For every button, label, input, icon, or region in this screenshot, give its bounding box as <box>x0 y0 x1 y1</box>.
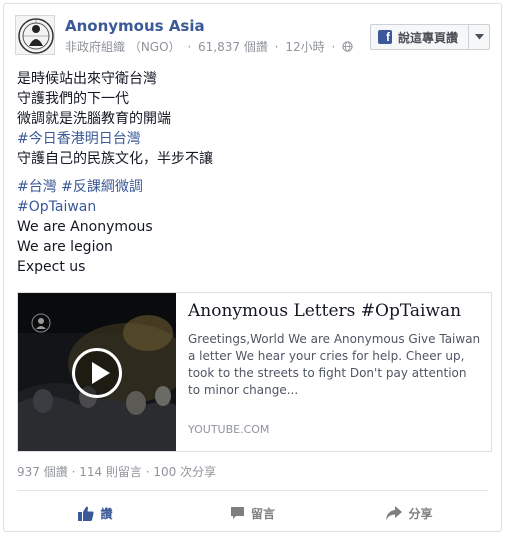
post-stats: 937 個讚 · 114 則留言 · 100 次分享 <box>17 463 216 480</box>
globe-icon[interactable] <box>342 41 353 52</box>
facebook-icon: f <box>378 30 392 44</box>
page-avatar[interactable] <box>15 15 55 55</box>
page-name[interactable]: Anonymous Asia <box>65 17 205 35</box>
divider <box>17 490 488 491</box>
page-likes-count: 61,837 個讚 <box>198 40 268 54</box>
post-meta: 非政府組織 （NGO） · 61,837 個讚 · 12小時 · <box>65 38 353 55</box>
post-card: Anonymous Asia 非政府組織 （NGO） · 61,837 個讚 ·… <box>3 3 502 532</box>
link-domain: YOUTUBE.COM <box>188 423 270 436</box>
link-description: Greetings,World We are Anonymous Give Ta… <box>188 332 481 397</box>
post-text-line: 守護自己的民族文化，半步不讓 <box>17 151 213 167</box>
link-title[interactable]: Anonymous Letters #OpTaiwan <box>188 301 481 321</box>
comments-count[interactable]: 114 則留言 <box>79 465 142 479</box>
like-label: 讚 <box>100 506 113 521</box>
shares-count[interactable]: 100 次分享 <box>153 465 216 479</box>
post-time[interactable]: 12小時 <box>285 40 324 54</box>
post-text-line: 微調就是洗腦教育的開端 <box>17 111 171 127</box>
speech-bubble-icon <box>230 506 245 520</box>
link-preview-card[interactable]: Anonymous Letters #OpTaiwan Greetings,Wo… <box>17 292 492 452</box>
share-arrow-icon <box>386 506 403 520</box>
comment-label: 留言 <box>250 506 275 521</box>
post-header: Anonymous Asia 非政府組織 （NGO） · 61,837 個讚 ·… <box>15 15 490 59</box>
post-message: 是時候站出來守衛台灣 守護我們的下一代微調就是洗腦教育的開端 #今日香港明日台灣守護… <box>17 69 213 277</box>
action-bar: 讚 留言 分享 <box>17 499 488 527</box>
like-page-label: 說這專頁讚 <box>398 30 459 45</box>
post-text-line: 守護我們的下一代 <box>17 91 129 107</box>
hashtag-link[interactable]: #台灣 #反課綱微調 <box>17 177 213 197</box>
play-icon <box>92 362 110 384</box>
likes-count[interactable]: 937 個讚 <box>17 465 68 479</box>
anonymous-logo-icon <box>18 18 54 54</box>
share-label: 分享 <box>408 506 433 521</box>
hashtag-link[interactable]: #OpTaiwan <box>17 197 213 217</box>
comment-button[interactable]: 留言 <box>174 499 331 527</box>
post-text-line: We are Anonymous <box>17 219 153 235</box>
like-page-button[interactable]: f 說這專頁讚 <box>370 24 490 50</box>
chevron-down-icon <box>474 34 484 40</box>
like-button[interactable]: 讚 <box>17 499 174 527</box>
share-button[interactable]: 分享 <box>331 499 488 527</box>
meta-separator: · <box>187 40 192 54</box>
like-page-dropdown[interactable] <box>469 34 489 40</box>
page-category: 非政府組織 （NGO） <box>65 40 181 54</box>
play-button[interactable] <box>72 348 122 398</box>
hashtag-link[interactable]: #今日香港明日台灣 <box>17 129 213 149</box>
post-text-line: 是時候站出來守衛台灣 <box>17 71 157 87</box>
video-thumbnail[interactable] <box>18 293 176 451</box>
link-preview-body: Anonymous Letters #OpTaiwan Greetings,Wo… <box>188 301 481 399</box>
meta-separator: · <box>331 40 336 54</box>
like-page-main[interactable]: f 說這專頁讚 <box>371 25 469 49</box>
post-text-line: Expect us <box>17 259 86 275</box>
meta-separator: · <box>274 40 279 54</box>
post-text-line: We are legion <box>17 239 113 255</box>
thumbs-up-icon <box>78 506 95 521</box>
